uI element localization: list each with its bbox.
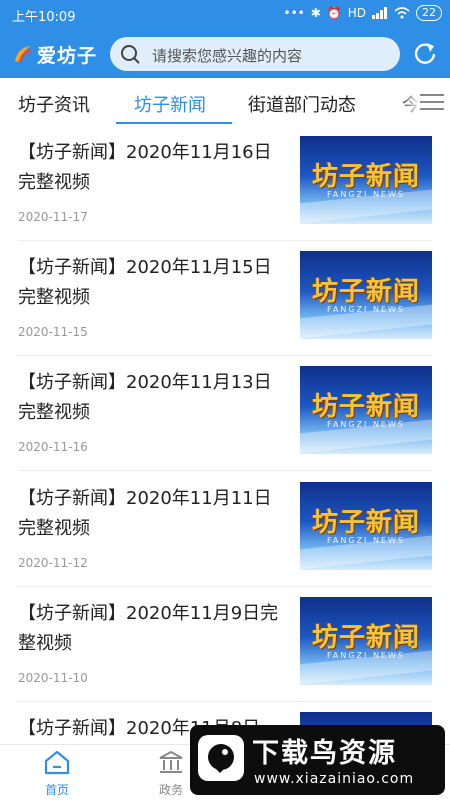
news-thumbnail: 坊子新闻FANGZI NEWS <box>300 482 432 570</box>
nav-home[interactable]: 首页 <box>36 749 78 798</box>
news-title: 【坊子新闻】2020年11月9日完整视频 <box>18 603 279 654</box>
search-icon <box>121 45 140 64</box>
government-building-icon <box>159 750 183 773</box>
search-placeholder: 请搜索您感兴趣的内容 <box>152 47 303 65</box>
thumb-logo: 坊子新闻 <box>311 392 420 422</box>
news-date: 2020-11-16 <box>18 440 88 454</box>
menu-icon[interactable] <box>420 92 444 112</box>
list-item[interactable]: 【坊子新闻】2020年11月15日完整视频 2020-11-15 坊子新闻 FAN… <box>0 241 450 357</box>
news-date: 2020-11-10 <box>18 671 88 685</box>
nav-government[interactable]: 政务 <box>150 749 192 798</box>
news-thumbnail: 坊子新闻FANGZI NEWS <box>300 366 432 454</box>
app-logo: 爱坊子 <box>12 40 97 68</box>
watermark-url: www.xiazainiao.com <box>254 771 415 787</box>
news-date: 2020-11-15 <box>18 325 88 339</box>
news-thumbnail: 坊子新闻FANGZI NEWS <box>300 251 432 339</box>
battery-level: 22 <box>416 5 442 21</box>
news-title: 【坊子新闻】2020年11月13日完整视频 <box>18 372 272 423</box>
news-date: 2020-11-17 <box>18 210 88 224</box>
thumb-logo-sub: FANGZI NEWS <box>327 651 405 660</box>
watermark-banner: 下载鸟资源 www.xiazainiao.com <box>190 725 445 795</box>
thumb-logo-sub: FANGZI NEWS <box>327 305 405 314</box>
thumb-logo: 坊子新闻 <box>311 277 420 307</box>
watermark-title: 下载鸟资源 <box>252 738 397 769</box>
home-icon <box>44 750 70 775</box>
divider <box>18 470 432 471</box>
thumb-logo-sub: FANGZI NEWS <box>327 536 405 545</box>
wifi-icon <box>394 7 410 19</box>
watermark-logo <box>198 735 244 781</box>
search-input[interactable]: 请搜索您感兴趣的内容 <box>110 37 400 71</box>
tab-fangzi-info[interactable]: 坊子资讯 <box>18 91 90 117</box>
active-tab-indicator <box>116 122 232 124</box>
nav-home-label: 首页 <box>44 783 69 797</box>
app-name: 爱坊子 <box>37 44 98 67</box>
alarm-icon: ⏰ <box>326 6 342 20</box>
list-item[interactable]: 【坊子新闻】2020年11月11日完整视频 2020-11-12 坊子新闻 FAN… <box>0 472 450 588</box>
list-item[interactable]: 【坊子新闻】2020年11月13日完整视频 2020-11-16 坊子新闻 FAN… <box>0 356 450 472</box>
thumb-logo-sub: FANGZI NEWS <box>327 420 405 429</box>
tab-fangzi-news[interactable]: 坊子新闻 <box>134 91 206 117</box>
refresh-icon[interactable] <box>412 40 438 66</box>
news-thumbnail: 坊子新闻FANGZI NEWS <box>300 136 432 224</box>
list-item[interactable]: 【坊子新闻】2020年11月9日完整视频 2020-11-10 坊子新闻 FANG… <box>0 587 450 703</box>
bluetooth-icon: ✱ <box>310 6 321 20</box>
news-list: 【坊子新闻】2020年11月16日完整视频 2020-11-17 坊子新闻 FAN… <box>0 126 450 744</box>
news-date: 2020-11-12 <box>18 556 88 570</box>
more-dots-icon: ••• <box>283 6 305 20</box>
tab-street-dept[interactable]: 街道部门动态 <box>248 91 356 117</box>
thumb-logo: 坊子新闻 <box>311 508 420 538</box>
news-title: 【坊子新闻】2020年11月16日完整视频 <box>18 142 272 193</box>
status-icons: ••• ✱ ⏰ HD 22 <box>283 5 442 21</box>
network-type: HD <box>347 6 366 20</box>
thumb-logo: 坊子新闻 <box>311 162 420 192</box>
signal-icon <box>372 7 387 19</box>
thumb-logo-sub: FANGZI NEWS <box>327 190 405 199</box>
bird-logo-icon <box>208 744 234 773</box>
nav-government-label: 政务 <box>158 783 183 797</box>
list-item[interactable]: 【坊子新闻】2020年11月16日完整视频 2020-11-17 坊子新闻 FAN… <box>0 126 450 242</box>
logo-swoosh-icon <box>15 46 32 63</box>
app-header: 爱坊子 请搜索您感兴趣的内容 <box>0 30 450 78</box>
category-tabs: 坊子资讯 坊子新闻 街道部门动态 今 <box>0 78 450 126</box>
news-thumbnail: 坊子新闻FANGZI NEWS <box>300 597 432 685</box>
news-title: 【坊子新闻】2020年11月11日完整视频 <box>18 488 272 539</box>
thumb-logo: 坊子新闻 <box>311 623 420 653</box>
status-bar: 上午10:09 ••• ✱ ⏰ HD 22 <box>0 0 450 30</box>
status-time: 上午10:09 <box>12 10 76 25</box>
news-title: 【坊子新闻】2020年11月15日完整视频 <box>18 257 272 308</box>
